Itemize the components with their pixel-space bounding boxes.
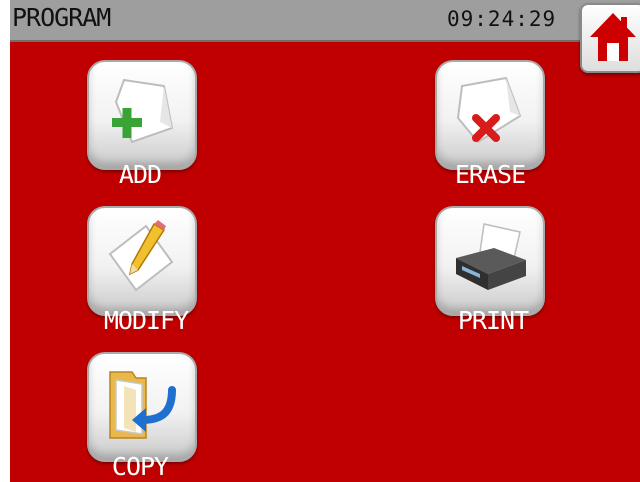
edit-document-icon bbox=[108, 220, 174, 292]
print-button[interactable] bbox=[435, 206, 545, 316]
modify-button[interactable] bbox=[87, 206, 197, 316]
home-button[interactable] bbox=[580, 3, 640, 73]
copy-button[interactable] bbox=[87, 352, 197, 462]
printer-icon bbox=[456, 223, 526, 290]
page-title: PROGRAM bbox=[12, 3, 111, 32]
add-button[interactable] bbox=[87, 60, 197, 170]
add-label: ADD bbox=[118, 160, 162, 189]
print-label: PRINT bbox=[457, 306, 529, 335]
add-document-icon bbox=[112, 78, 174, 144]
home-icon bbox=[590, 13, 636, 61]
erase-document-icon bbox=[456, 76, 522, 144]
program-screen: PROGRAM 09:24:29 ADD ERASE MODIFY PRINT … bbox=[10, 0, 640, 482]
clock: 09:24:29 bbox=[447, 7, 557, 31]
erase-label: ERASE bbox=[454, 160, 526, 189]
status-bar: PROGRAM 09:24:29 bbox=[10, 0, 640, 42]
modify-label: MODIFY bbox=[103, 306, 189, 335]
copy-label: COPY bbox=[111, 452, 169, 481]
copy-folder-icon bbox=[109, 371, 176, 439]
erase-button[interactable] bbox=[435, 60, 545, 170]
